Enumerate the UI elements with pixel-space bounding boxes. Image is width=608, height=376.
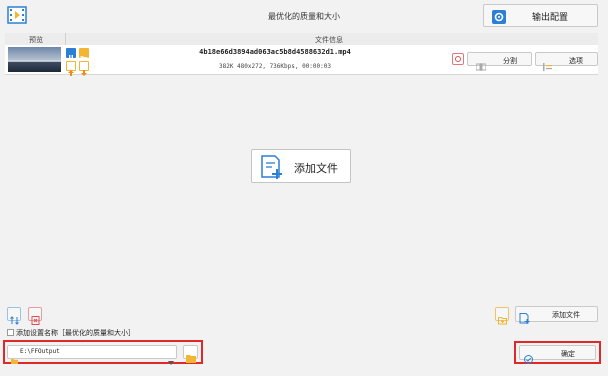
output-config-button[interactable]: 输出配置	[483, 4, 598, 27]
add-setting-name-label: 添加设置名称［最优化的质量和大小］	[16, 329, 135, 337]
check-circle-icon	[524, 349, 533, 368]
video-thumbnail	[8, 47, 61, 72]
add-file-button[interactable]: 添加文件	[515, 306, 598, 324]
add-folder-icon	[498, 310, 507, 329]
add-folder-button[interactable]	[495, 307, 509, 325]
move-up-icon[interactable]	[66, 61, 76, 76]
remove-icon	[455, 56, 461, 62]
options-button[interactable]: 选项	[535, 52, 598, 71]
output-path-highlight: E:\FFOutput	[3, 340, 203, 365]
chevron-down-icon	[168, 350, 174, 369]
ok-label: 确定	[561, 350, 575, 358]
options-label: 选项	[569, 57, 583, 65]
preview-column-header: 预览	[29, 36, 43, 44]
sort-icon	[10, 310, 19, 329]
gear-icon	[492, 9, 506, 24]
column-divider	[65, 33, 66, 45]
output-path-dropdown[interactable]: E:\FFOutput	[7, 345, 177, 365]
add-file-center-button[interactable]: 添加文件	[251, 149, 351, 183]
split-icon	[475, 56, 487, 75]
add-file-small-label: 添加文件	[552, 311, 580, 319]
output-path-value: E:\FFOutput	[20, 348, 60, 355]
media-info-icon[interactable]	[66, 48, 76, 61]
file-details: 382K 480x272, 736Kbps, 00:00:03	[219, 63, 331, 70]
sort-button[interactable]	[7, 307, 21, 325]
split-button[interactable]: 分割	[467, 52, 532, 71]
add-setting-name-checkbox[interactable]	[7, 329, 14, 336]
ok-button[interactable]: 确定	[519, 345, 596, 364]
ok-highlight: 确定	[514, 341, 601, 364]
browse-folder-button[interactable]	[183, 345, 198, 363]
add-file-center-label: 添加文件	[294, 162, 338, 175]
browse-folder-icon	[186, 348, 196, 367]
add-file-icon	[258, 154, 284, 184]
clear-list-icon	[31, 310, 40, 329]
file-name: 4b18e66d3894ad063ac5b8d4588632d1.mp4	[199, 48, 351, 56]
remove-file-button[interactable]	[452, 53, 464, 65]
options-icon	[543, 56, 553, 75]
file-row[interactable]: 4b18e66d3894ad063ac5b8d4588632d1.mp4 382…	[5, 45, 598, 76]
folder-small-icon	[11, 349, 18, 368]
output-config-label: 输出配置	[532, 13, 569, 23]
split-label: 分割	[503, 57, 517, 65]
clear-list-button[interactable]	[28, 307, 42, 325]
file-info-column-header: 文件信息	[315, 36, 343, 44]
add-file-small-icon	[519, 309, 530, 328]
